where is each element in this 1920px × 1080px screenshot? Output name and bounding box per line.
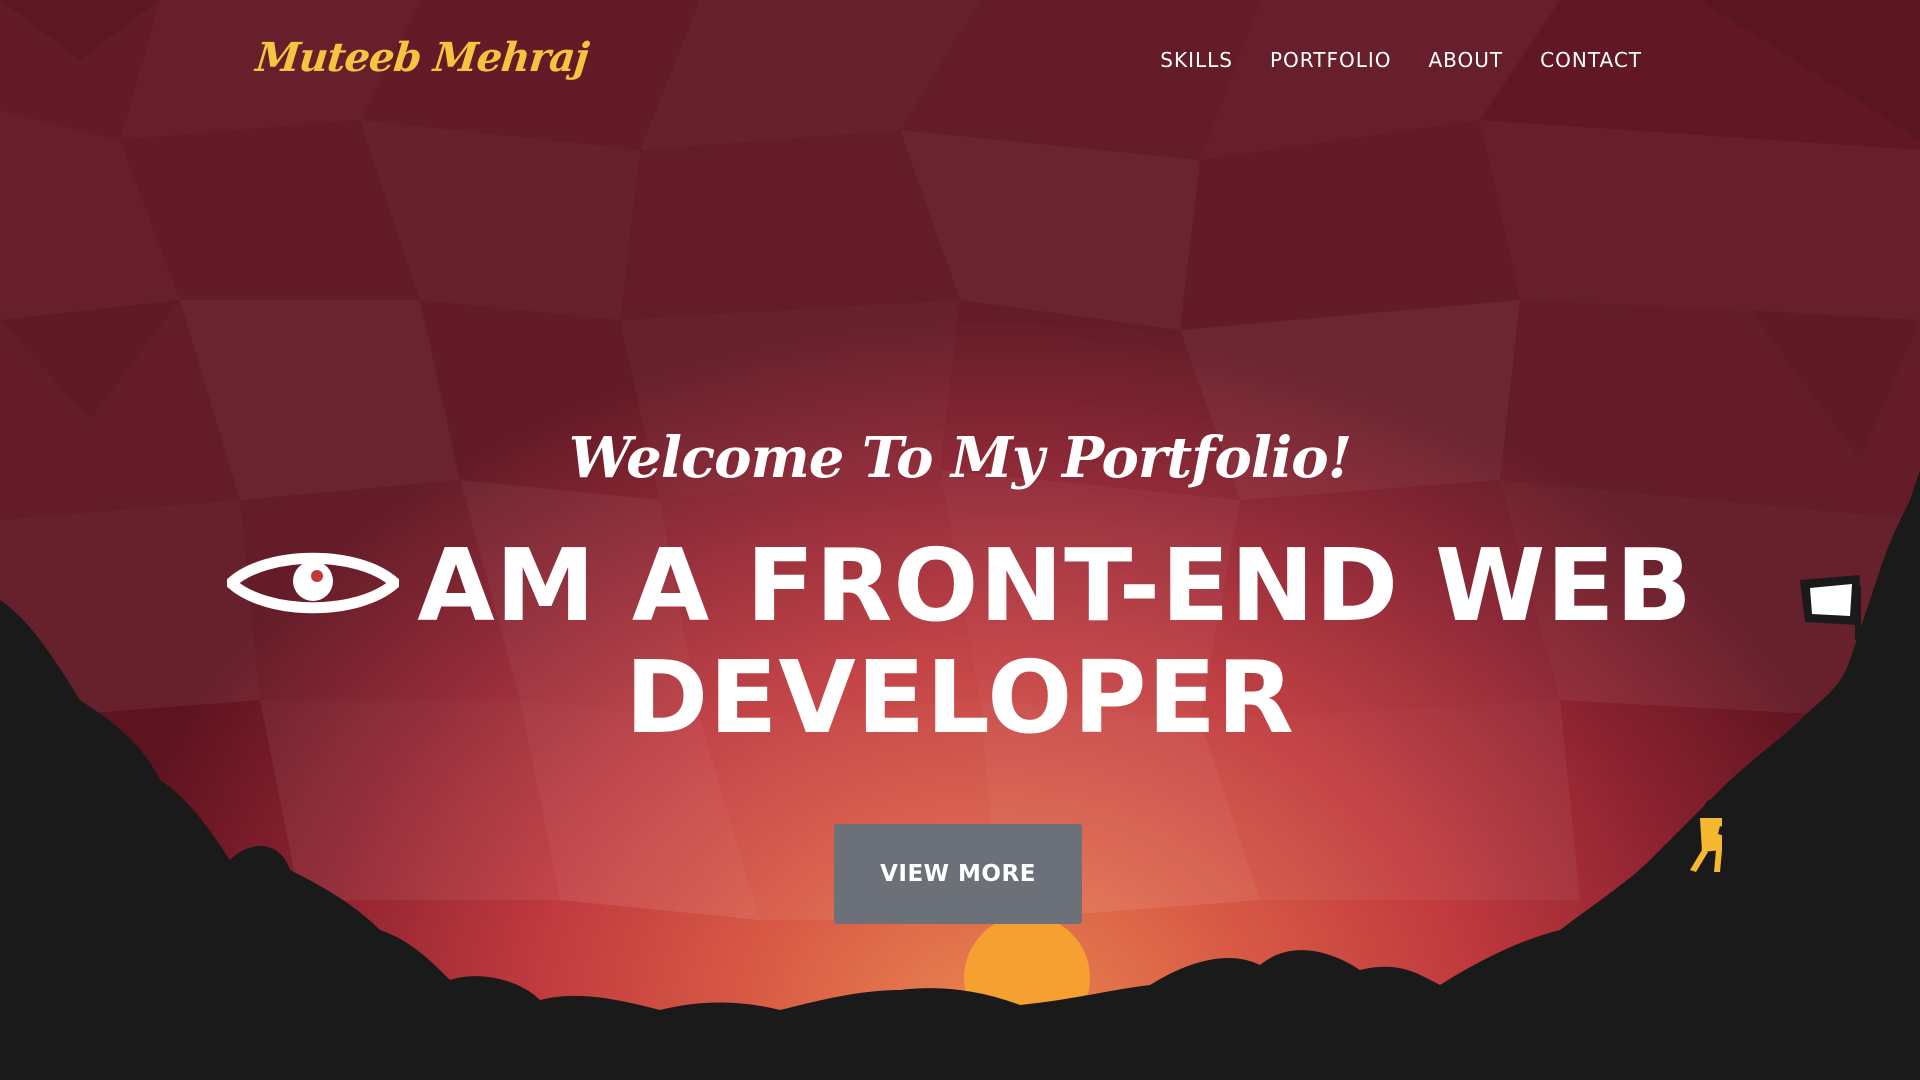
- headline-text-1: AM A FRONT-END WEB: [417, 527, 1693, 644]
- hero-headline: AM A FRONT-END WEB DEVELOPER: [200, 530, 1720, 754]
- welcome-heading: Welcome To My Portfolio!: [568, 425, 1352, 491]
- nav-link-about[interactable]: ABOUT: [1429, 48, 1504, 72]
- view-more-button[interactable]: VIEW MORE: [834, 824, 1082, 924]
- headline-line-1: AM A FRONT-END WEB: [200, 530, 1720, 642]
- nav-link-portfolio[interactable]: PORTFOLIO: [1270, 48, 1392, 72]
- nav-link-skills[interactable]: SKILLS: [1160, 48, 1233, 72]
- eye-icon: [227, 552, 400, 614]
- flag-graphic: [1800, 575, 1861, 640]
- headline-line-2: DEVELOPER: [625, 639, 1295, 756]
- main-nav: SKILLS PORTFOLIO ABOUT CONTACT: [1160, 48, 1642, 72]
- nav-link-contact[interactable]: CONTACT: [1540, 48, 1642, 72]
- site-logo[interactable]: Muteeb Mehraj: [254, 34, 591, 81]
